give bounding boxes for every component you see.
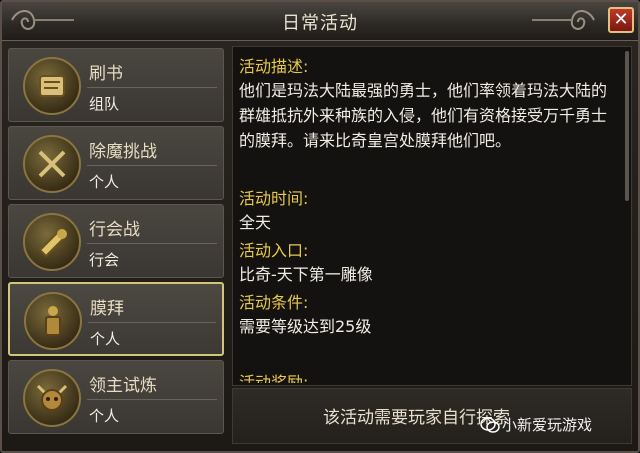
description-label: 活动描述: [239, 57, 309, 76]
wechat-icon [480, 417, 500, 433]
activity-item-shuashu[interactable]: 刷书 组队 [8, 48, 224, 122]
activity-window: 日常活动 ✕ 刷书 组队 除魔挑战 个人 行会战 行会 膜拜 个人 领主试炼 个… [0, 0, 640, 453]
scrollbar[interactable] [625, 51, 629, 201]
activity-name: 刷书 [89, 64, 123, 84]
activity-type: 组队 [89, 95, 120, 113]
divider [87, 87, 217, 88]
divider [87, 399, 217, 400]
divider [87, 165, 217, 166]
activity-list: 刷书 组队 除魔挑战 个人 行会战 行会 膜拜 个人 领主试炼 个人 [8, 48, 228, 448]
activity-item-mobai[interactable]: 膜拜 个人 [8, 282, 224, 356]
right-ornament-icon [532, 10, 595, 30]
entry-label: 活动入口: [239, 241, 309, 260]
activity-item-chumo[interactable]: 除魔挑战 个人 [8, 126, 224, 200]
activity-item-lingzhu[interactable]: 领主试炼 个人 [8, 360, 224, 434]
activity-type: 个人 [89, 173, 120, 191]
crossed-swords-icon [23, 135, 81, 193]
time-value: 全天 [239, 213, 272, 232]
activity-name: 膜拜 [90, 299, 124, 319]
war-horn-icon [23, 213, 81, 271]
description-text: 他们是玛法大陆最强的勇士，他们率领着玛法大陆的群雄抵抗外来种族的入侵，他们有资格… [239, 81, 608, 150]
condition-value: 需要等级达到25级 [239, 317, 372, 336]
divider [88, 322, 216, 323]
activity-detail-panel[interactable]: 活动描述: 他们是玛法大陆最强的勇士，他们率领着玛法大陆的群雄抵抗外来种族的入侵… [232, 46, 632, 386]
activity-type: 行会 [89, 251, 120, 269]
scroll-icon [23, 57, 81, 115]
reward-label: 活动奖励: [239, 373, 309, 383]
entry-value: 比奇-天下第一雕像 [239, 265, 373, 284]
activity-name: 除魔挑战 [89, 142, 157, 162]
demon-lord-icon [23, 369, 81, 427]
title-bar: 日常活动 ✕ [2, 2, 638, 41]
activity-item-hanghuizhan[interactable]: 行会战 行会 [8, 204, 224, 278]
statue-icon [24, 292, 82, 350]
activity-type: 个人 [89, 407, 120, 425]
divider [87, 243, 217, 244]
activity-type: 个人 [90, 330, 121, 348]
condition-label: 活动条件: [239, 293, 309, 312]
activity-name: 领主试炼 [89, 376, 157, 396]
watermark-text: 小新爱玩游戏 [502, 416, 593, 434]
close-button[interactable]: ✕ [608, 7, 634, 33]
time-label: 活动时间: [239, 189, 309, 208]
activity-name: 行会战 [89, 220, 140, 240]
